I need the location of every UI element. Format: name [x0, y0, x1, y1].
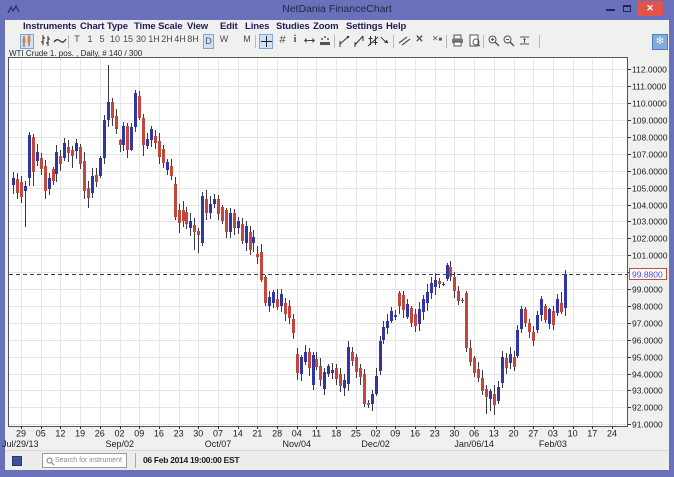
svg-text:20: 20 — [508, 429, 518, 439]
svg-text:93.0000: 93.0000 — [632, 386, 663, 396]
svg-text:27: 27 — [528, 429, 538, 439]
svg-text:23: 23 — [430, 429, 440, 439]
svg-text:24: 24 — [607, 429, 617, 439]
svg-text:Sep/02: Sep/02 — [106, 439, 135, 449]
svg-text:11: 11 — [312, 429, 321, 439]
svg-text:04: 04 — [292, 429, 302, 439]
svg-text:97.0000: 97.0000 — [632, 319, 663, 329]
svg-text:18: 18 — [331, 429, 341, 439]
svg-text:112.0000: 112.0000 — [632, 65, 667, 75]
svg-text:21: 21 — [252, 429, 262, 439]
svg-text:10: 10 — [568, 429, 578, 439]
svg-text:13: 13 — [489, 429, 499, 439]
svg-text:02: 02 — [371, 429, 381, 439]
svg-text:107.0000: 107.0000 — [632, 150, 668, 160]
svg-text:105.0000: 105.0000 — [632, 184, 668, 194]
svg-text:99.0000: 99.0000 — [632, 285, 663, 295]
svg-text:09: 09 — [134, 429, 144, 439]
svg-text:06: 06 — [469, 429, 479, 439]
svg-text:30: 30 — [193, 429, 203, 439]
svg-text:Feb/03: Feb/03 — [539, 439, 567, 449]
svg-text:96.0000: 96.0000 — [632, 336, 663, 346]
svg-text:26: 26 — [95, 429, 105, 439]
svg-text:Dec/02: Dec/02 — [361, 439, 390, 449]
svg-text:29: 29 — [16, 429, 26, 439]
svg-text:19: 19 — [75, 429, 85, 439]
svg-text:03: 03 — [548, 429, 558, 439]
svg-text:108.0000: 108.0000 — [632, 133, 668, 143]
svg-text:07: 07 — [213, 429, 223, 439]
svg-text:94.0000: 94.0000 — [632, 370, 663, 380]
svg-text:28: 28 — [272, 429, 282, 439]
svg-text:25: 25 — [351, 429, 361, 439]
svg-text:111.0000: 111.0000 — [632, 82, 666, 92]
svg-text:109.0000: 109.0000 — [632, 116, 668, 126]
svg-text:23: 23 — [174, 429, 184, 439]
svg-text:98.0000: 98.0000 — [632, 302, 663, 312]
svg-text:102.0000: 102.0000 — [632, 234, 668, 244]
svg-text:17: 17 — [587, 429, 597, 439]
svg-text:110.0000: 110.0000 — [632, 99, 667, 109]
svg-text:05: 05 — [36, 429, 46, 439]
svg-text:95.0000: 95.0000 — [632, 353, 663, 363]
svg-text:92.0000: 92.0000 — [632, 403, 663, 413]
svg-text:103.0000: 103.0000 — [632, 217, 668, 227]
svg-text:30: 30 — [449, 429, 459, 439]
svg-text:106.0000: 106.0000 — [632, 167, 668, 177]
svg-text:Jan/06/14: Jan/06/14 — [454, 439, 494, 449]
svg-text:Jul/29/13: Jul/29/13 — [2, 439, 39, 449]
svg-text:104.0000: 104.0000 — [632, 201, 668, 211]
svg-text:Oct/07: Oct/07 — [205, 439, 232, 449]
svg-text:16: 16 — [154, 429, 164, 439]
svg-text:99.8800: 99.8800 — [632, 269, 663, 279]
svg-text:101.0000: 101.0000 — [632, 251, 668, 261]
svg-text:12: 12 — [55, 429, 65, 439]
svg-text:Nov/04: Nov/04 — [283, 439, 312, 449]
svg-text:16: 16 — [410, 429, 420, 439]
svg-text:91.0000: 91.0000 — [632, 420, 663, 430]
svg-text:09: 09 — [390, 429, 400, 439]
svg-text:14: 14 — [233, 429, 243, 439]
svg-text:02: 02 — [114, 429, 124, 439]
